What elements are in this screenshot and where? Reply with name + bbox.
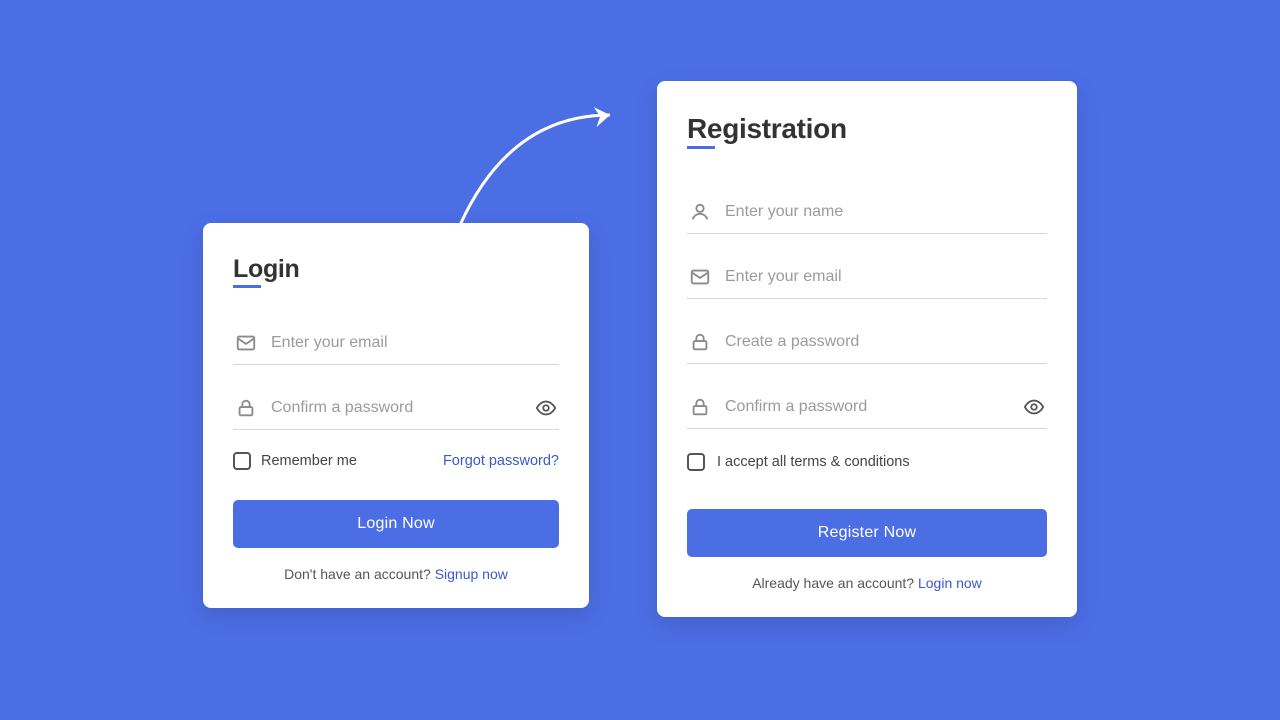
login-email-input[interactable]	[271, 334, 557, 352]
signup-link[interactable]: Signup now	[435, 566, 508, 582]
login-link[interactable]: Login now	[918, 575, 982, 591]
terms-row: I accept all terms & conditions	[687, 453, 1047, 471]
mail-icon	[689, 266, 711, 288]
register-footer: Already have an account? Login now	[687, 575, 1047, 591]
eye-icon[interactable]	[1023, 396, 1045, 418]
user-icon	[689, 201, 711, 223]
register-footer-text: Already have an account?	[752, 575, 918, 591]
register-password-row	[687, 325, 1047, 364]
mail-icon	[235, 332, 257, 354]
remember-label: Remember me	[261, 453, 357, 469]
register-email-input[interactable]	[725, 268, 1045, 286]
forgot-password-link[interactable]: Forgot password?	[443, 453, 559, 469]
register-confirm-row	[687, 390, 1047, 429]
lock-icon	[235, 397, 257, 419]
remember-me-wrap: Remember me	[233, 452, 357, 470]
lock-icon	[689, 396, 711, 418]
register-title: Registration	[687, 113, 847, 145]
login-footer: Don't have an account? Signup now	[233, 566, 559, 582]
login-button[interactable]: Login Now	[233, 500, 559, 548]
register-button[interactable]: Register Now	[687, 509, 1047, 557]
login-password-row	[233, 391, 559, 430]
register-card: Registration	[657, 81, 1077, 617]
login-options-row: Remember me Forgot password?	[233, 452, 559, 470]
terms-checkbox[interactable]	[687, 453, 705, 471]
register-confirm-input[interactable]	[725, 398, 1009, 416]
register-password-input[interactable]	[725, 333, 1045, 351]
login-password-input[interactable]	[271, 399, 521, 417]
terms-label: I accept all terms & conditions	[717, 454, 910, 470]
lock-icon	[689, 331, 711, 353]
arrow-curve	[440, 85, 650, 235]
register-name-row	[687, 195, 1047, 234]
register-name-input[interactable]	[725, 203, 1045, 221]
login-email-row	[233, 326, 559, 365]
eye-icon[interactable]	[535, 397, 557, 419]
remember-checkbox[interactable]	[233, 452, 251, 470]
login-footer-text: Don't have an account?	[284, 566, 435, 582]
register-email-row	[687, 260, 1047, 299]
login-card: Login Remember me F	[203, 223, 589, 608]
login-title: Login	[233, 255, 300, 284]
